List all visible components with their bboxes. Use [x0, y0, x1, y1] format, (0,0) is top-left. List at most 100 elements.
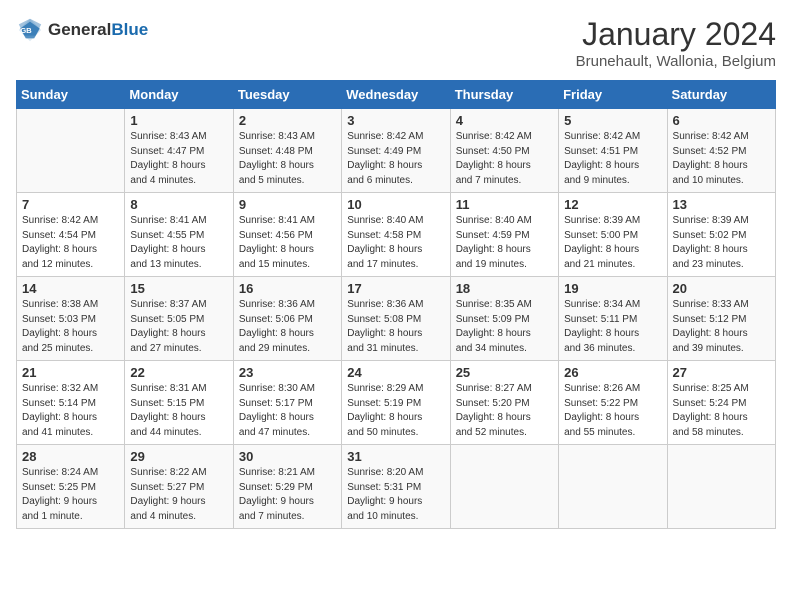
calendar-cell: 13 Sunrise: 8:39 AM Sunset: 5:02 PM Dayli…: [667, 193, 775, 277]
calendar-week-row: 14Sunrise: 8:38 AM Sunset: 5:03 PM Dayli…: [17, 277, 776, 361]
calendar-cell: 2 Sunrise: 8:43 AM Sunset: 4:48 PM Daylig…: [233, 109, 341, 193]
day-number: 21: [22, 365, 119, 380]
calendar-cell: 6Sunrise: 8:42 AM Sunset: 4:52 PM Daylig…: [667, 109, 775, 193]
header-day-friday: Friday: [559, 81, 667, 109]
calendar-cell: 8 Sunrise: 8:41 AM Sunset: 4:55 PM Daylig…: [125, 193, 233, 277]
day-info: Sunrise: 8:40 AM Sunset: 4:58 PM Dayligh…: [347, 214, 444, 272]
calendar-cell: 25 Sunrise: 8:27 AM Sunset: 5:20 PM Dayli…: [450, 361, 558, 445]
day-info: Sunrise: 8:35 AM Sunset: 5:09 PM Dayligh…: [456, 298, 553, 356]
header-day-saturday: Saturday: [667, 81, 775, 109]
calendar-cell: [17, 109, 125, 193]
calendar-cell: 5 Sunrise: 8:42 AM Sunset: 4:51 PM Daylig…: [559, 109, 667, 193]
day-info: Sunrise: 8:24 AM Sunset: 5:25 PM Dayligh…: [22, 466, 119, 524]
day-info: Sunrise: 8:41 AM Sunset: 4:56 PM Dayligh…: [239, 214, 336, 272]
day-info: Sunrise: 8:42 AM Sunset: 4:49 PM Dayligh…: [347, 130, 444, 188]
calendar-header-row: SundayMondayTuesdayWednesdayThursdayFrid…: [17, 81, 776, 109]
day-number: 11: [456, 197, 553, 212]
header: GB GeneralBlue January 2024 Brunehault, …: [16, 16, 776, 70]
calendar-cell: 19 Sunrise: 8:34 AM Sunset: 5:11 PM Dayli…: [559, 277, 667, 361]
calendar-week-row: 21 Sunrise: 8:32 AM Sunset: 5:14 PM Dayli…: [17, 361, 776, 445]
day-info: Sunrise: 8:29 AM Sunset: 5:19 PM Dayligh…: [347, 382, 444, 440]
day-number: 22: [130, 365, 227, 380]
header-day-thursday: Thursday: [450, 81, 558, 109]
day-info: Sunrise: 8:36 AM Sunset: 5:08 PM Dayligh…: [347, 298, 444, 356]
calendar-cell: 10Sunrise: 8:40 AM Sunset: 4:58 PM Dayli…: [342, 193, 450, 277]
header-day-wednesday: Wednesday: [342, 81, 450, 109]
calendar-cell: 26Sunrise: 8:26 AM Sunset: 5:22 PM Dayli…: [559, 361, 667, 445]
day-number: 5: [564, 113, 661, 128]
calendar-cell: 1 Sunrise: 8:43 AM Sunset: 4:47 PM Daylig…: [125, 109, 233, 193]
calendar-cell: 22 Sunrise: 8:31 AM Sunset: 5:15 PM Dayli…: [125, 361, 233, 445]
day-info: Sunrise: 8:25 AM Sunset: 5:24 PM Dayligh…: [673, 382, 770, 440]
day-info: Sunrise: 8:22 AM Sunset: 5:27 PM Dayligh…: [130, 466, 227, 524]
logo-icon: GB: [16, 16, 44, 44]
calendar-cell: [667, 445, 775, 529]
day-info: Sunrise: 8:20 AM Sunset: 5:31 PM Dayligh…: [347, 466, 444, 524]
day-number: 30: [239, 449, 336, 464]
month-title: January 2024: [576, 16, 776, 53]
day-number: 17: [347, 281, 444, 296]
calendar-cell: 9Sunrise: 8:41 AM Sunset: 4:56 PM Daylig…: [233, 193, 341, 277]
day-number: 31: [347, 449, 444, 464]
calendar-cell: 12Sunrise: 8:39 AM Sunset: 5:00 PM Dayli…: [559, 193, 667, 277]
calendar-cell: [559, 445, 667, 529]
day-info: Sunrise: 8:39 AM Sunset: 5:02 PM Dayligh…: [673, 214, 770, 272]
calendar-cell: 18 Sunrise: 8:35 AM Sunset: 5:09 PM Dayli…: [450, 277, 558, 361]
calendar-cell: 27 Sunrise: 8:25 AM Sunset: 5:24 PM Dayli…: [667, 361, 775, 445]
day-info: Sunrise: 8:39 AM Sunset: 5:00 PM Dayligh…: [564, 214, 661, 272]
day-number: 18: [456, 281, 553, 296]
header-day-tuesday: Tuesday: [233, 81, 341, 109]
day-info: Sunrise: 8:42 AM Sunset: 4:50 PM Dayligh…: [456, 130, 553, 188]
day-info: Sunrise: 8:43 AM Sunset: 4:48 PM Dayligh…: [239, 130, 336, 188]
header-day-sunday: Sunday: [17, 81, 125, 109]
day-info: Sunrise: 8:36 AM Sunset: 5:06 PM Dayligh…: [239, 298, 336, 356]
calendar-cell: 17 Sunrise: 8:36 AM Sunset: 5:08 PM Dayli…: [342, 277, 450, 361]
day-number: 28: [22, 449, 119, 464]
day-info: Sunrise: 8:31 AM Sunset: 5:15 PM Dayligh…: [130, 382, 227, 440]
day-info: Sunrise: 8:43 AM Sunset: 4:47 PM Dayligh…: [130, 130, 227, 188]
day-info: Sunrise: 8:33 AM Sunset: 5:12 PM Dayligh…: [673, 298, 770, 356]
calendar-cell: 7 Sunrise: 8:42 AM Sunset: 4:54 PM Daylig…: [17, 193, 125, 277]
day-number: 29: [130, 449, 227, 464]
calendar-cell: 11Sunrise: 8:40 AM Sunset: 4:59 PM Dayli…: [450, 193, 558, 277]
day-info: Sunrise: 8:34 AM Sunset: 5:11 PM Dayligh…: [564, 298, 661, 356]
day-number: 19: [564, 281, 661, 296]
day-info: Sunrise: 8:27 AM Sunset: 5:20 PM Dayligh…: [456, 382, 553, 440]
calendar-cell: 3 Sunrise: 8:42 AM Sunset: 4:49 PM Daylig…: [342, 109, 450, 193]
calendar-cell: [450, 445, 558, 529]
day-number: 7: [22, 197, 119, 212]
svg-text:GB: GB: [20, 26, 32, 35]
day-number: 27: [673, 365, 770, 380]
day-info: Sunrise: 8:42 AM Sunset: 4:54 PM Dayligh…: [22, 214, 119, 272]
calendar-table: SundayMondayTuesdayWednesdayThursdayFrid…: [16, 80, 776, 529]
calendar-cell: 21 Sunrise: 8:32 AM Sunset: 5:14 PM Dayli…: [17, 361, 125, 445]
calendar-cell: 14Sunrise: 8:38 AM Sunset: 5:03 PM Dayli…: [17, 277, 125, 361]
calendar-week-row: 28 Sunrise: 8:24 AM Sunset: 5:25 PM Dayli…: [17, 445, 776, 529]
logo-general-text: General: [48, 20, 111, 39]
calendar-cell: 16Sunrise: 8:36 AM Sunset: 5:06 PM Dayli…: [233, 277, 341, 361]
day-info: Sunrise: 8:32 AM Sunset: 5:14 PM Dayligh…: [22, 382, 119, 440]
location-subtitle: Brunehault, Wallonia, Belgium: [576, 53, 776, 70]
day-number: 24: [347, 365, 444, 380]
day-info: Sunrise: 8:38 AM Sunset: 5:03 PM Dayligh…: [22, 298, 119, 356]
calendar-cell: 24 Sunrise: 8:29 AM Sunset: 5:19 PM Dayli…: [342, 361, 450, 445]
calendar-cell: 31 Sunrise: 8:20 AM Sunset: 5:31 PM Dayli…: [342, 445, 450, 529]
day-number: 25: [456, 365, 553, 380]
calendar-cell: 15 Sunrise: 8:37 AM Sunset: 5:05 PM Dayli…: [125, 277, 233, 361]
day-number: 13: [673, 197, 770, 212]
calendar-cell: 28 Sunrise: 8:24 AM Sunset: 5:25 PM Dayli…: [17, 445, 125, 529]
day-info: Sunrise: 8:42 AM Sunset: 4:51 PM Dayligh…: [564, 130, 661, 188]
logo: GB GeneralBlue: [16, 16, 148, 44]
calendar-cell: 30Sunrise: 8:21 AM Sunset: 5:29 PM Dayli…: [233, 445, 341, 529]
day-number: 2: [239, 113, 336, 128]
day-number: 1: [130, 113, 227, 128]
day-info: Sunrise: 8:37 AM Sunset: 5:05 PM Dayligh…: [130, 298, 227, 356]
day-info: Sunrise: 8:41 AM Sunset: 4:55 PM Dayligh…: [130, 214, 227, 272]
day-number: 3: [347, 113, 444, 128]
day-number: 6: [673, 113, 770, 128]
day-number: 8: [130, 197, 227, 212]
title-area: January 2024 Brunehault, Wallonia, Belgi…: [576, 16, 776, 70]
day-number: 15: [130, 281, 227, 296]
calendar-cell: 23Sunrise: 8:30 AM Sunset: 5:17 PM Dayli…: [233, 361, 341, 445]
day-number: 4: [456, 113, 553, 128]
